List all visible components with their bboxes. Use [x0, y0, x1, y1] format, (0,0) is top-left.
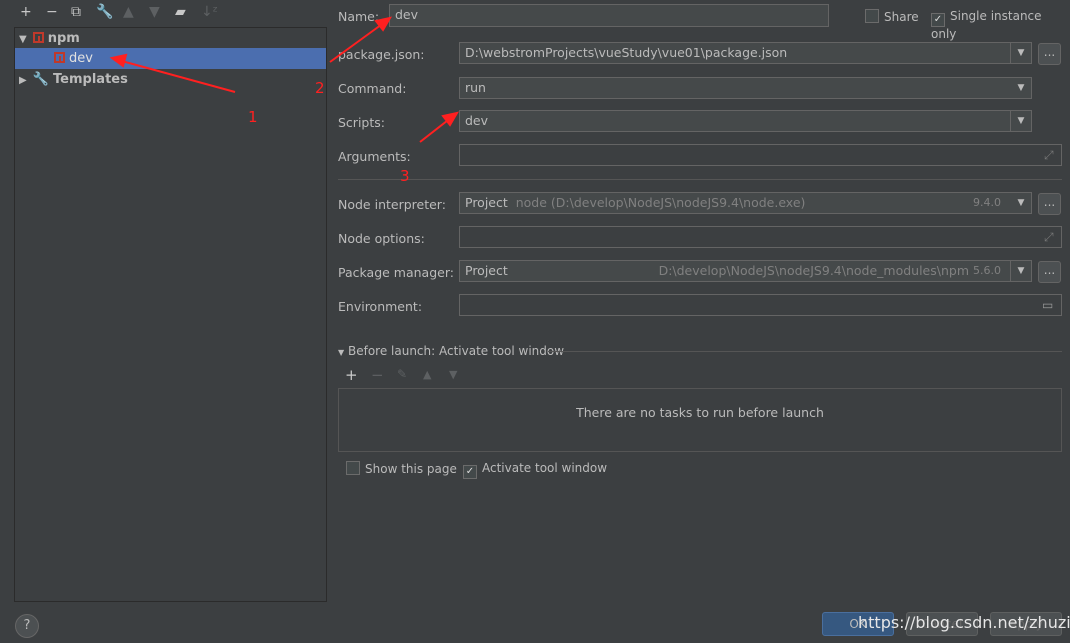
annotation-2: 2: [315, 79, 325, 97]
annotation-3: 3: [400, 167, 410, 185]
annotation-1: 1: [248, 108, 258, 126]
arrowhead-1: [109, 53, 128, 68]
arrow-1: [117, 59, 236, 93]
annotation-arrows: [109, 16, 460, 143]
arrow-2: [329, 21, 386, 63]
